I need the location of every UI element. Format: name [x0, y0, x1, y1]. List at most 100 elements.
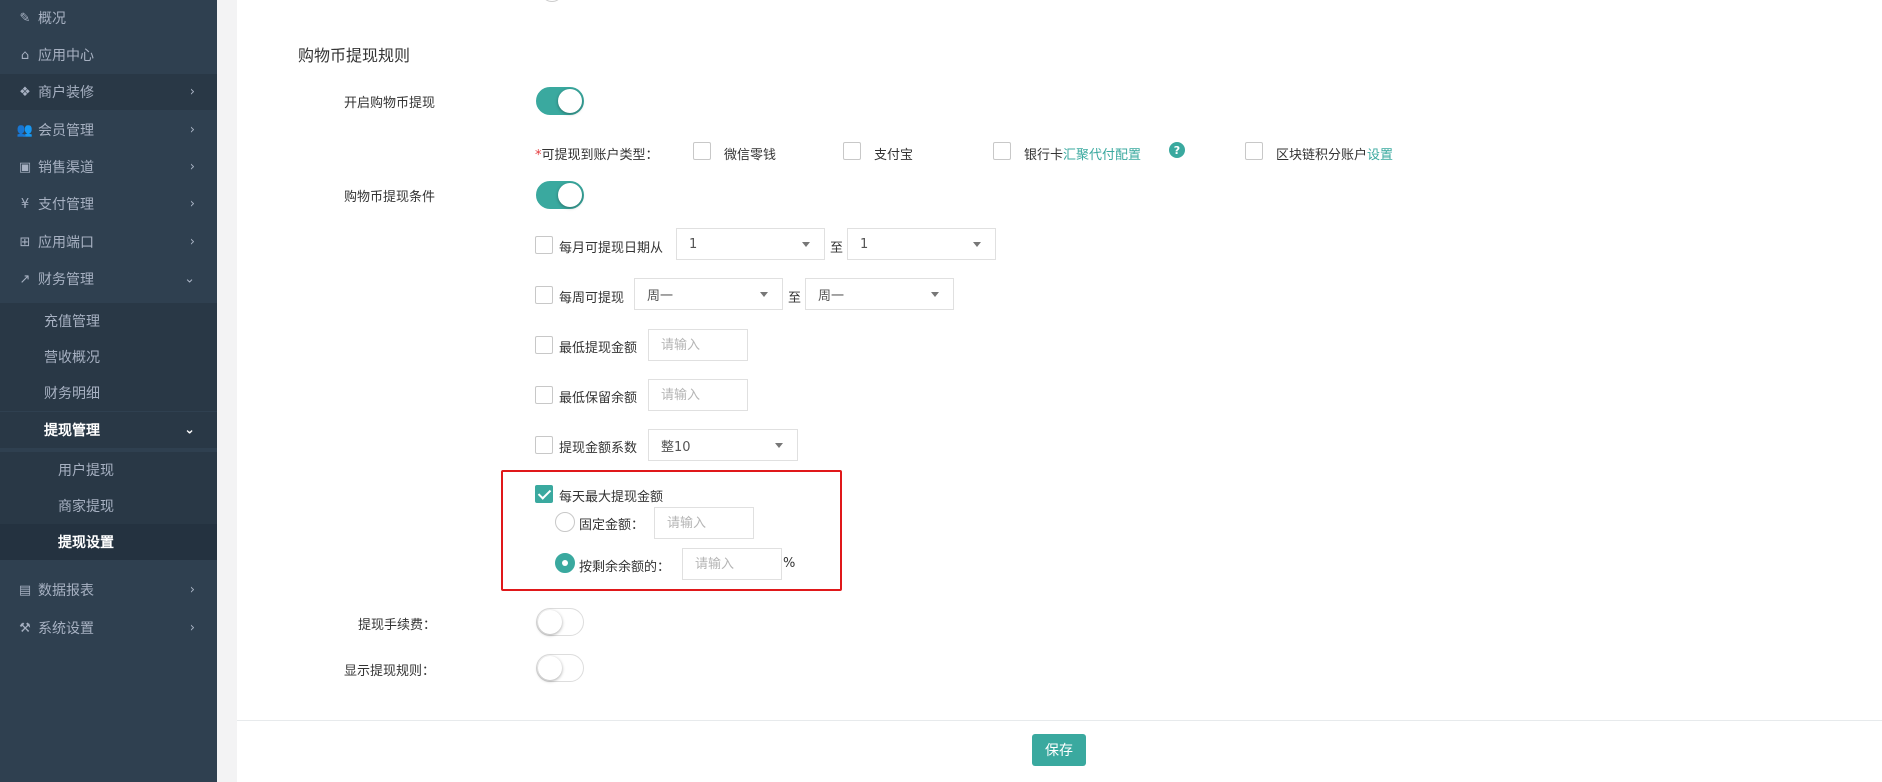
- select-value: 1: [860, 236, 869, 252]
- min-amount-checkbox[interactable]: [535, 336, 553, 354]
- report-icon: ▤: [18, 582, 32, 598]
- monthly-to-text: 至: [830, 241, 844, 256]
- chevron-right-icon: ›: [189, 620, 195, 636]
- min-amount-label: 最低提现金额: [559, 341, 638, 356]
- enable-withdraw-label: 开启购物币提现: [344, 96, 436, 111]
- weekly-from-select[interactable]: 周一: [634, 278, 783, 310]
- weekly-checkbox[interactable]: [535, 286, 553, 304]
- sidebar-sub-merchant-withdraw[interactable]: 商家提现: [0, 488, 217, 524]
- sidebar-sub-withdraw-management[interactable]: 提现管理 ⌄: [0, 412, 217, 448]
- monthly-from-select[interactable]: 1: [676, 228, 825, 260]
- chevron-down-icon: ⌄: [184, 422, 195, 438]
- sidebar-item-app-ports[interactable]: ⊞ 应用端口 ›: [0, 224, 217, 260]
- percent-balance-input[interactable]: [682, 548, 782, 580]
- users-icon: 👥: [16, 122, 34, 138]
- sidebar-item-members[interactable]: 👥 会员管理 ›: [0, 112, 217, 148]
- home-icon: ⌂: [20, 47, 30, 63]
- coefficient-select[interactable]: 整10: [648, 429, 798, 461]
- weekly-label: 每周可提现: [559, 291, 625, 306]
- bank-card-label-text: 银行卡: [1024, 148, 1064, 163]
- monthly-checkbox[interactable]: [535, 236, 553, 254]
- bank-config-link[interactable]: 汇聚代付配置: [1063, 148, 1141, 163]
- account-type-label-text: 可提现到账户类型：: [541, 148, 659, 163]
- sidebar-item-system-settings[interactable]: ⚒ 系统设置 ›: [0, 610, 217, 646]
- sidebar-item-payment[interactable]: ¥ 支付管理 ›: [0, 186, 217, 222]
- sidebar-sub-withdraw-settings[interactable]: 提现设置: [0, 524, 217, 560]
- chevron-right-icon: ›: [189, 196, 195, 212]
- line-chart-icon: ↗: [19, 271, 31, 287]
- weekly-to-select[interactable]: 周一: [805, 278, 954, 310]
- section-title: 购物币提现规则: [298, 46, 411, 65]
- help-icon[interactable]: ?: [1169, 142, 1185, 158]
- coefficient-checkbox[interactable]: [535, 436, 553, 454]
- min-balance-checkbox[interactable]: [535, 386, 553, 404]
- chevron-right-icon: ›: [189, 84, 195, 100]
- blockchain-settings-link[interactable]: 设置: [1367, 148, 1393, 163]
- sidebar-item-label: 系统设置: [38, 621, 94, 637]
- show-rules-toggle[interactable]: [536, 654, 584, 682]
- fee-label: 提现手续费：: [358, 618, 437, 633]
- sidebar: ✎ 概况 ⌂ 应用中心 ❖ 商户装修 › 👥 会员管理 › ▣ 销售渠道 › ¥…: [0, 0, 217, 782]
- conditions-toggle[interactable]: [536, 181, 584, 209]
- blockchain-label-text: 区块链积分账户: [1276, 148, 1368, 163]
- sidebar-sub-label: 用户提现: [58, 463, 114, 479]
- bank-card-checkbox[interactable]: [993, 142, 1011, 160]
- toggle-knob: [538, 610, 562, 634]
- enable-withdraw-toggle[interactable]: [536, 87, 584, 115]
- caret-down-icon: [802, 242, 810, 247]
- select-value: 周一: [647, 288, 674, 304]
- sidebar-item-finance[interactable]: ↗ 财务管理 ⌄: [0, 261, 217, 297]
- caret-down-icon: [760, 292, 768, 297]
- wechat-label: 微信零钱: [724, 148, 777, 163]
- fee-toggle[interactable]: [536, 608, 584, 636]
- sidebar-item-app-center[interactable]: ⌂ 应用中心: [0, 37, 217, 73]
- sidebar-item-label: 财务管理: [38, 272, 94, 288]
- sidebar-sub-label: 商家提现: [58, 499, 114, 515]
- sidebar-sub-details[interactable]: 财务明细: [0, 375, 217, 411]
- daily-max-label: 每天最大提现金额: [559, 490, 664, 505]
- sidebar-item-label: 概况: [38, 11, 66, 27]
- percent-balance-label: 按剩余余额的：: [579, 560, 671, 575]
- caret-down-icon: [775, 443, 783, 448]
- sidebar-sub-label: 营收概况: [44, 350, 100, 366]
- percent-balance-radio[interactable]: [555, 553, 575, 573]
- fixed-amount-radio[interactable]: [555, 512, 575, 532]
- percent-unit: %: [783, 556, 796, 571]
- fixed-amount-label: 固定金额：: [579, 518, 645, 533]
- sidebar-item-label: 数据报表: [38, 583, 94, 599]
- sidebar-item-overview[interactable]: ✎ 概况: [0, 0, 217, 36]
- bank-card-label: 银行卡汇聚代付配置: [1024, 144, 1141, 163]
- sidebar-sub-label: 充值管理: [44, 314, 100, 330]
- save-button[interactable]: 保存: [1032, 734, 1086, 766]
- toggle-knob: [558, 89, 582, 113]
- conditions-label: 购物币提现条件: [344, 190, 436, 205]
- sidebar-sub-label: 财务明细: [44, 386, 100, 402]
- sidebar-sub-recharge[interactable]: 充值管理: [0, 303, 217, 339]
- sidebar-item-label: 应用端口: [38, 235, 94, 251]
- alipay-checkbox[interactable]: [843, 142, 861, 160]
- show-rules-label: 显示提现规则：: [344, 664, 436, 679]
- monthly-to-select[interactable]: 1: [847, 228, 996, 260]
- daily-max-checkbox[interactable]: [535, 485, 553, 503]
- blockchain-label: 区块链积分账户设置: [1276, 144, 1393, 163]
- sidebar-sub-label: 提现管理: [44, 423, 100, 439]
- sidebar-sub-user-withdraw[interactable]: 用户提现: [0, 452, 217, 488]
- money-icon: ▣: [18, 159, 32, 175]
- sidebar-item-reports[interactable]: ▤ 数据报表 ›: [0, 572, 217, 608]
- min-balance-input[interactable]: [648, 379, 748, 411]
- chevron-right-icon: ›: [189, 122, 195, 138]
- wechat-checkbox[interactable]: [693, 142, 711, 160]
- sidebar-sub-revenue[interactable]: 营收概况: [0, 339, 217, 375]
- monthly-label: 每月可提现日期从: [559, 241, 664, 256]
- sidebar-item-sales-channel[interactable]: ▣ 销售渠道 ›: [0, 149, 217, 185]
- sidebar-item-label: 销售渠道: [38, 160, 94, 176]
- sidebar-item-merchant-decor[interactable]: ❖ 商户装修 ›: [0, 74, 217, 110]
- fixed-amount-input[interactable]: [654, 507, 754, 539]
- min-amount-input[interactable]: [648, 329, 748, 361]
- blockchain-checkbox[interactable]: [1245, 142, 1263, 160]
- chevron-right-icon: ›: [189, 582, 195, 598]
- plug-icon: ⊞: [19, 234, 31, 250]
- cropped-element-edge: [544, 0, 560, 2]
- sidebar-item-label: 应用中心: [38, 48, 94, 64]
- edit-icon: ✎: [19, 10, 31, 26]
